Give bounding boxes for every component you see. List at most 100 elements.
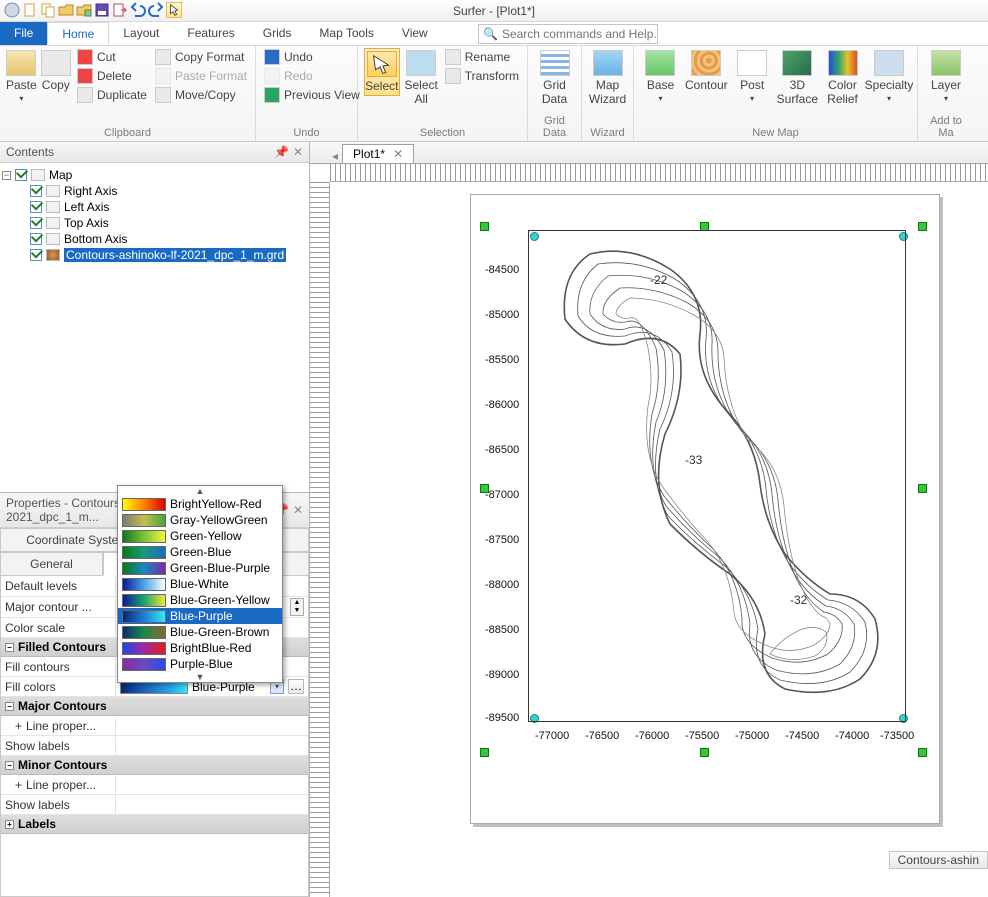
checkbox[interactable] [30,185,42,197]
colormap-option[interactable]: Blue-White [118,576,282,592]
colormap-option[interactable]: Blue-Purple [118,608,282,624]
tab-features[interactable]: Features [173,22,248,45]
tree-item[interactable]: Right Axis [64,184,117,198]
colormap-option[interactable]: Blue-Green-Brown [118,624,282,640]
pointer-icon[interactable] [166,2,182,18]
copy-format-button[interactable]: Copy Format [153,48,249,66]
document-tab[interactable]: Plot1*✕ [342,144,414,163]
tree-collapse-icon[interactable]: − [2,171,11,180]
open-grid-icon[interactable] [76,2,92,18]
map-wizard-button[interactable]: Map Wizard [588,48,627,108]
close-tab-icon[interactable]: ✕ [393,147,403,161]
new-icon[interactable] [22,2,38,18]
help-search[interactable]: 🔍 [478,24,658,44]
axis-icon [46,217,60,229]
tab-grids[interactable]: Grids [249,22,306,45]
paste-button[interactable]: Paste▾ [6,48,37,105]
pin-icon[interactable]: 📌 [274,145,289,159]
undo-button[interactable]: Undo [262,48,362,66]
paste-icon [6,50,36,76]
section-major-contours[interactable]: −Major Contours [1,697,308,716]
colormap-option[interactable]: Green-Blue [118,544,282,560]
cut-button[interactable]: Cut [75,48,149,66]
selection-handle[interactable] [918,484,927,493]
open-icon[interactable] [58,2,74,18]
post-button[interactable]: Post▾ [732,48,773,105]
layer-button[interactable]: Layer▾ [924,48,968,105]
duplicate-button[interactable]: Duplicate [75,86,149,104]
new-window-icon[interactable] [40,2,56,18]
redo-icon[interactable] [148,2,164,18]
selection-handle[interactable] [918,748,927,757]
colormap-option[interactable]: Green-Yellow [118,528,282,544]
colormap-option[interactable]: Purple-Blue [118,656,282,672]
file-menu[interactable]: File [0,22,47,45]
redo-button[interactable]: Redo [262,67,362,85]
checkbox[interactable] [30,249,42,261]
quick-access-toolbar [4,2,182,18]
surface3d-button[interactable]: 3D Surface [777,48,818,108]
selection-handle[interactable] [918,222,927,231]
scroll-down-icon[interactable]: ▼ [118,672,282,682]
previous-view-button[interactable]: Previous View [262,86,362,104]
paste-format-button[interactable]: Paste Format [153,67,249,85]
spinner[interactable]: ▲▼ [290,598,304,616]
rename-icon [445,49,461,65]
tab-layout[interactable]: Layout [109,22,173,45]
colormap-option[interactable]: BrightBlue-Red [118,640,282,656]
selection-handle[interactable] [480,222,489,231]
group-addto-label: Add to Ma [924,115,968,141]
transform-button[interactable]: Transform [443,67,521,85]
tab-view[interactable]: View [388,22,442,45]
undo-icon[interactable] [130,2,146,18]
section-labels[interactable]: +Labels [1,815,308,834]
checkbox[interactable] [15,169,27,181]
svg-text:-22: -22 [650,273,668,287]
colormap-option[interactable]: BrightYellow-Red [118,496,282,512]
fill-colors-more-button[interactable]: … [288,679,304,694]
close-icon[interactable]: ✕ [293,145,303,159]
tab-general[interactable]: General [0,552,103,576]
colormap-option[interactable]: Blue-Green-Yellow [118,592,282,608]
delete-button[interactable]: Delete [75,67,149,85]
tab-home[interactable]: Home [47,22,109,45]
tree-root[interactable]: Map [49,168,72,182]
section-minor-contours[interactable]: −Minor Contours [1,756,308,775]
checkbox[interactable] [30,201,42,213]
colormap-option[interactable]: Gray-YellowGreen [118,512,282,528]
save-icon[interactable] [94,2,110,18]
prop-line-props[interactable]: Line proper... [26,719,96,733]
contour-map: -22 -33 -32 [530,224,910,754]
checkbox[interactable] [30,217,42,229]
tree-item[interactable]: Top Axis [64,216,109,230]
contents-tree[interactable]: − Map Right Axis Left Axis Top Axis Botto… [0,163,309,493]
tree-item[interactable]: Bottom Axis [64,232,127,246]
tab-map-tools[interactable]: Map Tools [305,22,387,45]
drawing-canvas[interactable]: -22 -33 -32 -84500 -85000 -85500 -86000 … [310,164,988,897]
prop-line-props2[interactable]: Line proper... [26,778,96,792]
base-button[interactable]: Base▾ [640,48,681,105]
selection-handle[interactable] [480,748,489,757]
colormap-option[interactable]: Green-Blue-Purple [118,560,282,576]
colormap-dropdown[interactable]: ▲ BrightYellow-RedGray-YellowGreenGreen-… [117,485,283,683]
checkbox[interactable] [30,233,42,245]
select-all-button[interactable]: Select All [404,48,439,108]
copy-button[interactable]: Copy [41,48,71,94]
select-button[interactable]: Select [364,48,400,96]
grid-data-button[interactable]: Grid Data [534,48,575,108]
export-icon[interactable] [112,2,128,18]
help-search-input[interactable] [502,27,657,41]
scroll-up-icon[interactable]: ▲ [118,486,282,496]
close-icon[interactable]: ✕ [293,503,303,517]
tree-item[interactable]: Left Axis [64,200,109,214]
rename-button[interactable]: Rename [443,48,521,66]
app-orb-icon[interactable] [4,2,20,18]
contour-button[interactable]: Contour [685,48,728,94]
x-tick: -75500 [685,730,719,742]
specialty-button[interactable]: Specialty▾ [867,48,911,105]
tree-item-selected[interactable]: Contours-ashinoko-lf-2021_dpc_1_m.grd [64,248,286,262]
move-copy-button[interactable]: Move/Copy [153,86,249,104]
color-relief-button[interactable]: Color Relief [822,48,863,108]
tab-nav-left-icon[interactable]: ◂ [328,149,342,163]
group-griddata-label: Grid Data [534,115,575,141]
